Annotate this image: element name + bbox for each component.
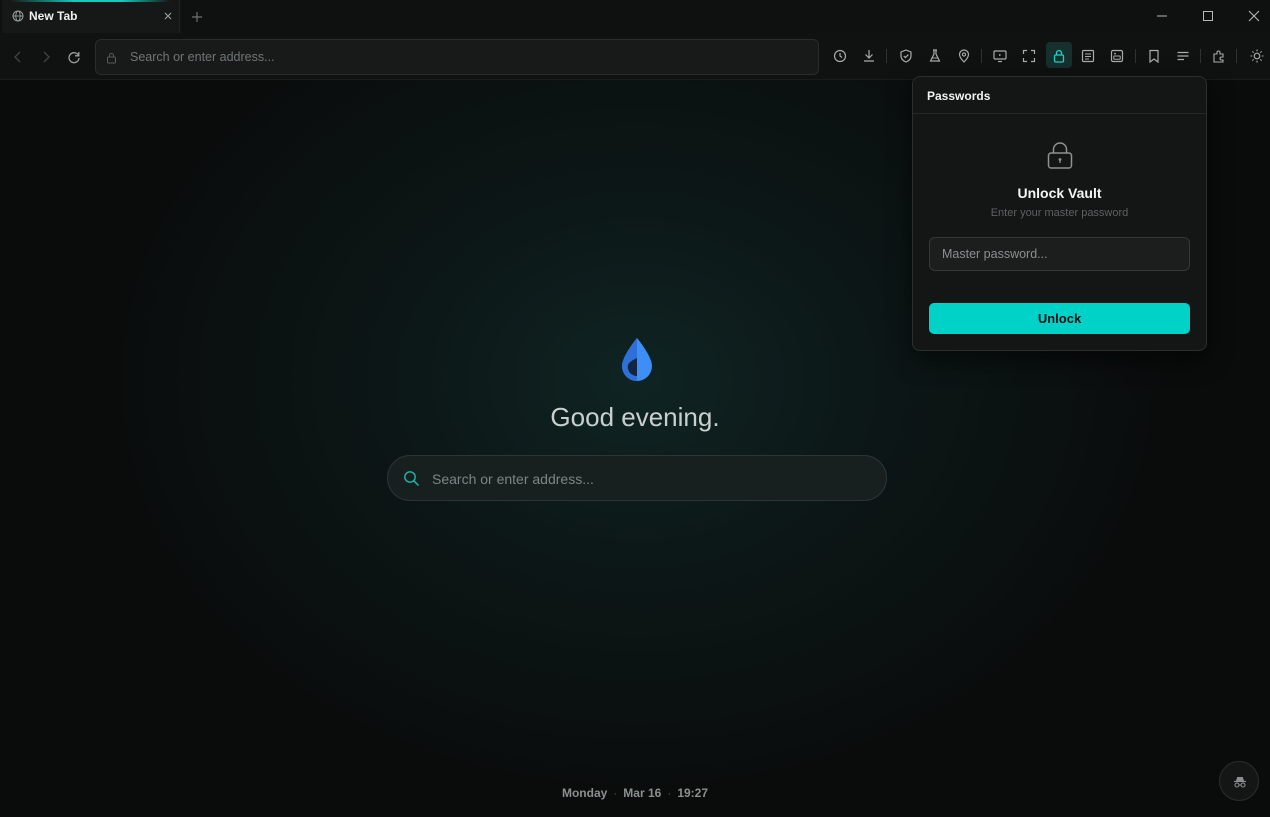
footer-separator: ·: [613, 786, 618, 800]
window-close-icon[interactable]: [1246, 8, 1262, 24]
title-bar: New Tab: [0, 0, 1270, 33]
globe-icon: [12, 10, 24, 22]
lock-icon: [107, 53, 116, 64]
tab-active-indicator: [10, 0, 170, 2]
screen-cast-icon[interactable]: [992, 48, 1008, 64]
extensions-icon[interactable]: [1211, 48, 1227, 64]
location-pin-icon[interactable]: [956, 48, 972, 64]
incognito-button[interactable]: [1219, 761, 1259, 801]
vault-heading: Unlock Vault: [1017, 185, 1102, 201]
droplet-logo-icon: [622, 338, 652, 381]
media-icon[interactable]: [1109, 48, 1125, 64]
date-time-footer: Monday · Mar 16 · 19:27: [0, 786, 1270, 800]
master-password-input[interactable]: [929, 237, 1190, 271]
history-icon[interactable]: [832, 48, 848, 64]
fullscreen-icon[interactable]: [1021, 48, 1037, 64]
maximize-icon[interactable]: [1200, 8, 1216, 24]
theme-sun-icon[interactable]: [1249, 48, 1265, 64]
footer-time: 19:27: [677, 786, 709, 800]
footer-separator: ·: [667, 786, 672, 800]
forward-icon[interactable]: [39, 50, 53, 64]
search-icon: [404, 471, 420, 487]
popup-header: Passwords: [913, 77, 1206, 114]
reader-icon[interactable]: [1080, 48, 1096, 64]
tab-new-tab[interactable]: New Tab: [2, 0, 180, 33]
password-lock-icon[interactable]: [1051, 48, 1067, 64]
toolbar-divider: [981, 49, 982, 63]
tab-title: New Tab: [29, 9, 78, 23]
reload-icon[interactable]: [67, 50, 81, 64]
address-bar[interactable]: Search or enter address...: [95, 39, 819, 75]
download-icon[interactable]: [861, 48, 877, 64]
toolbar-divider: [886, 49, 887, 63]
footer-day: Monday: [561, 786, 608, 800]
toolbar-divider: [1135, 49, 1136, 63]
minimize-icon[interactable]: [1154, 8, 1170, 24]
close-icon[interactable]: [162, 10, 174, 22]
toolbar-divider: [1236, 49, 1237, 63]
footer-date: Mar 16: [623, 786, 662, 800]
toolbar: Search or enter address...: [0, 33, 1270, 80]
address-placeholder: Search or enter address...: [130, 50, 275, 64]
bookmark-icon[interactable]: [1146, 48, 1162, 64]
toolbar-divider: [1200, 49, 1201, 63]
greeting-heading: Good evening.: [550, 402, 720, 432]
back-icon[interactable]: [11, 50, 25, 64]
vault-lock-icon: [1047, 142, 1073, 169]
plus-icon[interactable]: [190, 10, 204, 24]
menu-icon[interactable]: [1175, 48, 1191, 64]
vault-subtitle: Enter your master password: [990, 207, 1129, 219]
unlock-button[interactable]: Unlock: [929, 303, 1190, 334]
popup-title: Passwords: [927, 89, 991, 103]
shield-icon[interactable]: [898, 48, 914, 64]
flask-icon[interactable]: [927, 48, 943, 64]
search-placeholder: Search or enter address...: [432, 471, 594, 487]
incognito-icon: [1234, 777, 1246, 788]
passwords-popup: Passwords Unlock Vault Enter your master…: [912, 76, 1207, 351]
newtab-search-input[interactable]: Search or enter address...: [387, 455, 887, 501]
